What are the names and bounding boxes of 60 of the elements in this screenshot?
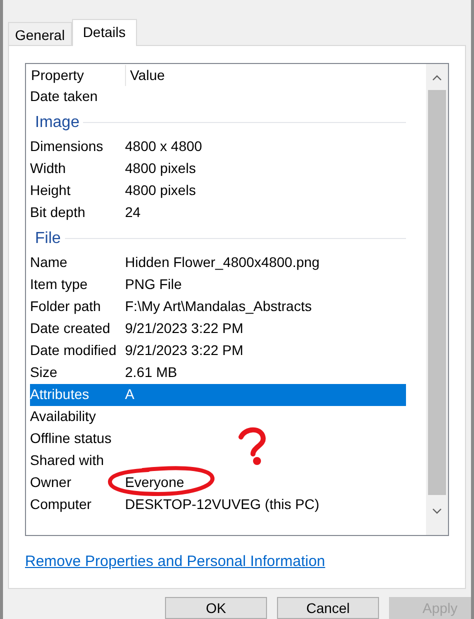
property-row[interactable]: Height 4800 pixels [30,180,406,202]
property-name: Height [30,181,72,200]
property-name: Dimensions [30,137,104,156]
property-name: Bit depth [30,203,86,222]
property-row[interactable]: Date modified 9/21/2023 3:22 PM [30,340,406,362]
property-value: 4800 pixels [125,159,196,178]
scrollbar[interactable] [426,64,448,535]
property-name: Offline status [30,429,112,448]
property-name: Computer [30,495,92,514]
property-row[interactable]: Bit depth 24 [30,202,406,224]
column-header[interactable]: Property [30,65,125,86]
tab[interactable]: General [8,22,72,45]
column-header[interactable]: Value [125,65,165,86]
property-value: F:\My Art\Mandalas_Abstracts [125,297,312,316]
property-row[interactable]: Date created 9/21/2023 3:22 PM [30,318,406,340]
property-value: 9/21/2023 3:22 PM [125,319,244,338]
property-value: 2.61 MB [125,363,178,382]
section-heading: File [35,228,61,249]
property-row[interactable]: Size 2.61 MB [30,362,406,384]
property-row[interactable]: Item type PNG File [30,274,406,296]
dialog-button[interactable]: OK [165,597,267,619]
property-value: 4800 pixels [125,181,196,200]
property-name: Date created [30,319,112,338]
property-value: Hidden Flower_4800x4800.png [125,253,320,272]
property-value: 9/21/2023 3:22 PM [125,341,244,360]
property-name: Shared with [30,451,105,470]
property-row[interactable]: Attributes A [30,384,406,406]
scroll-down-icon[interactable] [432,508,442,514]
property-name: Attributes [30,385,90,404]
property-row[interactable]: Name Hidden Flower_4800x4800.png [30,252,406,274]
property-row[interactable]: Dimensions 4800 x 4800 [30,136,406,158]
property-row[interactable]: Offline status [30,428,406,450]
property-row[interactable]: Computer DESKTOP-12VUVEG (this PC) [30,494,406,516]
property-row[interactable]: Shared with [30,450,406,472]
property-name: Date modified [30,341,118,360]
property-name: Size [30,363,58,382]
property-name: Width [30,159,67,178]
property-name: Item type [30,275,89,294]
property-name: Date taken [30,87,99,106]
property-row[interactable]: Folder path F:\My Art\Mandalas_Abstracts [30,296,406,318]
property-value: DESKTOP-12VUVEG (this PC) [125,495,320,514]
property-value: 24 [125,203,141,222]
property-row[interactable]: Date taken [30,86,406,108]
property-name: Name [30,253,68,272]
property-name: Availability [30,407,97,426]
property-value: PNG File [125,275,182,294]
tab[interactable]: Details [72,18,137,46]
property-name: Folder path [30,297,102,316]
scroll-thumb[interactable] [428,90,446,495]
property-value: A [125,385,134,404]
property-row[interactable]: Owner Everyone [30,472,406,494]
property-row[interactable]: Availability [30,406,406,428]
section-heading: Image [35,112,80,133]
remove-properties-link[interactable]: Remove Properties and Personal Information [25,550,326,574]
property-row[interactable]: Width 4800 pixels [30,158,406,180]
scroll-up-icon[interactable] [432,74,442,81]
property-name: Owner [30,473,72,492]
property-value: 4800 x 4800 [125,137,202,156]
dialog-button[interactable]: Cancel [277,597,379,619]
property-value: Everyone [125,473,184,492]
